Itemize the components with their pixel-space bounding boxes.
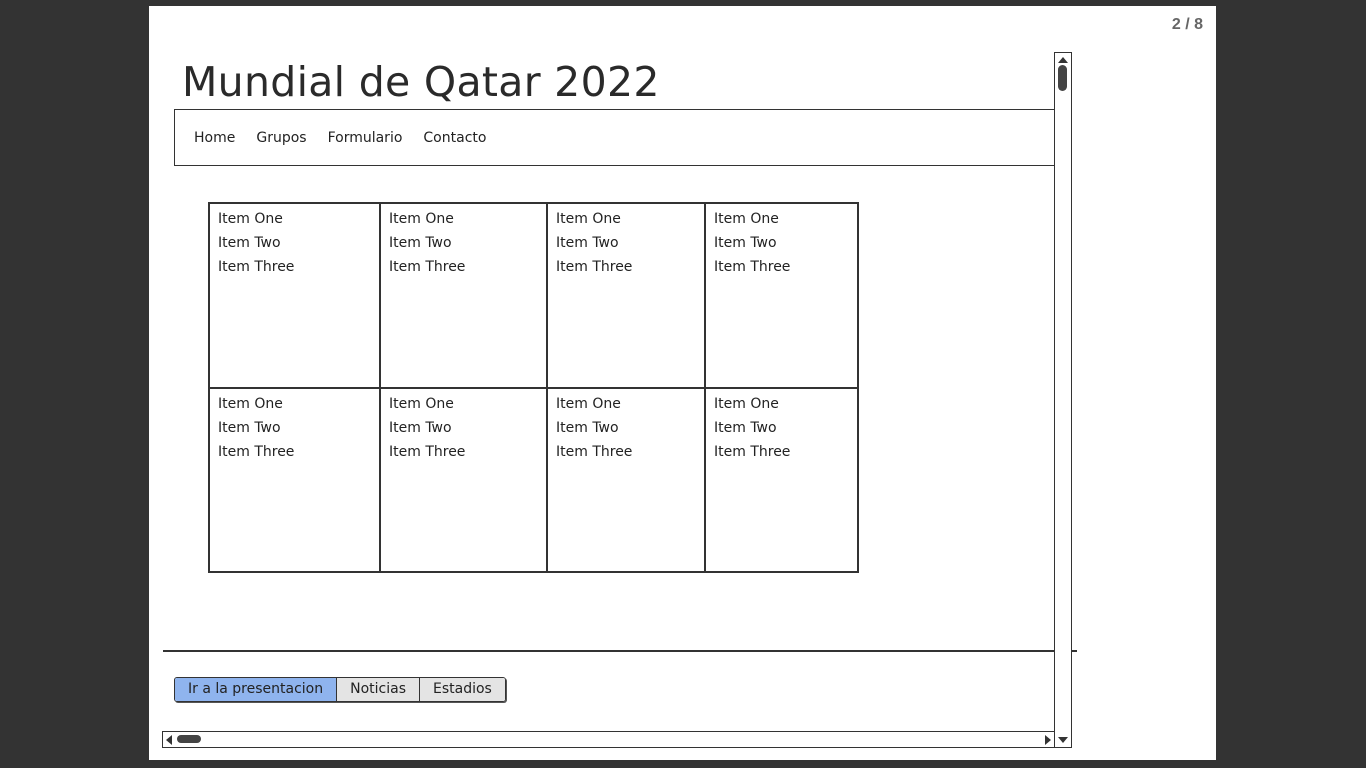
list-item: Item Three [714, 259, 791, 275]
grid-cell: Item One Item Two Item Three [706, 389, 857, 571]
list-item: Item One [556, 211, 621, 227]
list-item: Item Three [556, 444, 633, 460]
list-item: Item Three [218, 444, 295, 460]
list-item: Item Three [389, 259, 466, 275]
grid-cell: Item One Item Two Item Three [548, 204, 706, 389]
grid-cell: Item One Item Two Item Three [381, 389, 548, 571]
list-item: Item Two [556, 235, 619, 251]
list-item: Item Three [218, 259, 295, 275]
item-grid: Item One Item Two Item Three Item One Item T… [208, 202, 859, 573]
list-item: Item Two [218, 235, 281, 251]
list-item: Item Two [389, 235, 452, 251]
scroll-left-arrow-icon[interactable] [166, 735, 172, 745]
scroll-right-arrow-icon[interactable] [1045, 735, 1051, 745]
list-item: Item One [556, 396, 621, 412]
button-bar: Ir a la presentacion Noticias Estadios [174, 677, 506, 702]
list-item: Item Three [389, 444, 466, 460]
nav-item-grupos[interactable]: Grupos [256, 130, 306, 146]
list-item: Item Two [218, 420, 281, 436]
list-item: Item One [714, 396, 779, 412]
grid-cell: Item One Item Two Item Three [210, 389, 381, 571]
main-navbar: Home Grupos Formulario Contacto [174, 109, 1055, 166]
list-item: Item One [714, 211, 779, 227]
page-counter: 2 / 8 [1171, 16, 1203, 33]
page-title: Mundial de Qatar 2022 [182, 58, 660, 106]
list-item: Item One [389, 211, 454, 227]
vertical-scrollbar[interactable] [1054, 52, 1072, 748]
horizontal-scroll-thumb[interactable] [177, 735, 201, 743]
list-item: Item Three [714, 444, 791, 460]
horizontal-scrollbar[interactable] [162, 731, 1055, 748]
list-item: Item Two [714, 420, 777, 436]
grid-cell: Item One Item Two Item Three [381, 204, 548, 389]
nav-item-contacto[interactable]: Contacto [423, 130, 486, 146]
list-item: Item One [218, 211, 283, 227]
footer-divider [163, 650, 1077, 652]
vertical-scroll-thumb[interactable] [1058, 65, 1067, 91]
list-item: Item Two [389, 420, 452, 436]
grid-cell: Item One Item Two Item Three [210, 204, 381, 389]
scroll-up-arrow-icon[interactable] [1058, 57, 1068, 63]
nav-item-formulario[interactable]: Formulario [328, 130, 403, 146]
list-item: Item Two [714, 235, 777, 251]
grid-cell: Item One Item Two Item Three [706, 204, 857, 389]
news-button[interactable]: Noticias [337, 678, 420, 701]
presentation-button[interactable]: Ir a la presentacion [175, 678, 338, 701]
slide-page: 2 / 8 Mundial de Qatar 2022 Home Grupos … [149, 6, 1216, 760]
scroll-down-arrow-icon[interactable] [1058, 737, 1068, 743]
list-item: Item One [389, 396, 454, 412]
list-item: Item Three [556, 259, 633, 275]
list-item: Item One [218, 396, 283, 412]
nav-item-home[interactable]: Home [194, 130, 235, 146]
grid-cell: Item One Item Two Item Three [548, 389, 706, 571]
list-item: Item Two [556, 420, 619, 436]
stadiums-button[interactable]: Estadios [420, 678, 505, 701]
